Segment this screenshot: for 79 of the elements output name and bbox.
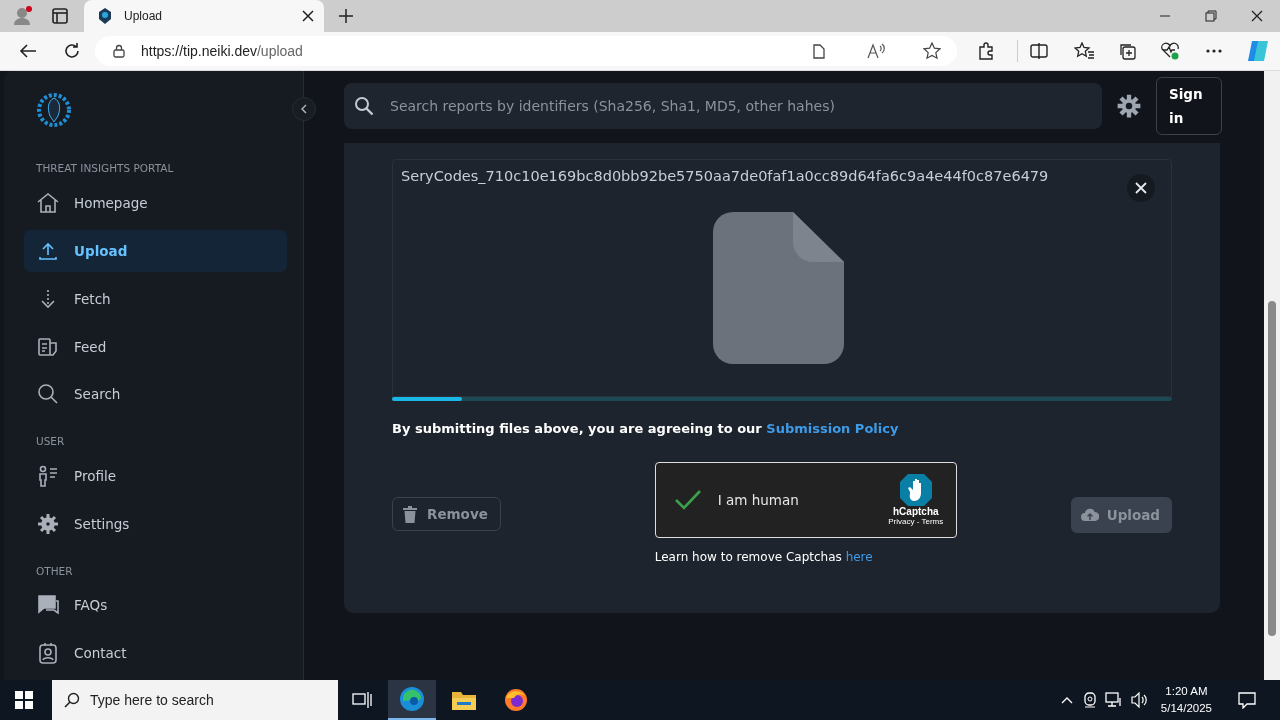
star-icon[interactable] xyxy=(923,42,941,60)
notifications-icon[interactable] xyxy=(1238,691,1256,709)
scrollbar[interactable] xyxy=(1264,71,1280,680)
nav-item[interactable]: Fetch xyxy=(24,277,287,320)
contact-card-icon xyxy=(36,641,60,666)
submission-policy-link[interactable]: Submission Policy xyxy=(766,421,899,436)
section-heading: THREAT INSIGHTS PORTAL xyxy=(35,161,175,177)
back-icon[interactable] xyxy=(19,43,37,59)
close-icon[interactable] xyxy=(302,10,314,22)
task-view-icon[interactable] xyxy=(352,691,372,709)
section-heading: OTHER xyxy=(35,563,74,579)
read-aloud-icon[interactable] xyxy=(867,43,885,59)
clock-date: 5/14/2025 xyxy=(1160,701,1212,716)
section-heading: USER xyxy=(35,434,66,450)
home-icon xyxy=(36,191,60,216)
separator: - xyxy=(915,517,921,526)
search-field[interactable]: Search reports by identifiers (Sha256, Sha1, MD5, other hahes) xyxy=(344,83,1102,129)
firefox-icon[interactable] xyxy=(504,688,528,712)
close-icon[interactable] xyxy=(1251,10,1263,22)
nav-item[interactable]: FAQs xyxy=(24,584,287,627)
tab-title: Upload xyxy=(124,9,164,23)
search-icon xyxy=(354,96,374,116)
new-tab-icon[interactable] xyxy=(338,8,354,24)
logo-icon[interactable] xyxy=(36,91,72,128)
chevron-left-icon xyxy=(300,104,308,114)
person-list-icon xyxy=(36,463,60,488)
policy-text: By submitting files above, you are agreeing to our Submission Policy xyxy=(392,421,900,436)
health-icon[interactable] xyxy=(1160,42,1180,60)
privacy-link[interactable]: Privacy xyxy=(888,517,915,526)
nav-item[interactable]: Feed xyxy=(24,325,287,368)
more-icon[interactable] xyxy=(1206,49,1222,53)
split-screen-icon[interactable] xyxy=(1030,43,1048,59)
nav-item[interactable]: Upload xyxy=(24,230,287,272)
captcha-label: I am human xyxy=(717,492,800,508)
extensions-icon[interactable] xyxy=(977,42,995,60)
favorites-icon[interactable] xyxy=(1074,42,1094,60)
site-logo-icon xyxy=(98,8,112,24)
document-icon[interactable] xyxy=(813,43,825,59)
copilot-icon[interactable] xyxy=(1246,39,1270,63)
clock-time: 1:20 AM xyxy=(1165,684,1208,699)
url-text: https://tip.neiki.dev/upload xyxy=(141,43,303,59)
cloud-upload-icon xyxy=(1080,508,1099,522)
captcha-help-text: Learn how to remove Captchas here xyxy=(654,550,873,564)
sign-in-button[interactable]: Sign in xyxy=(1156,77,1222,135)
search-icon xyxy=(64,692,80,708)
webcam-icon[interactable] xyxy=(1082,692,1097,708)
remove-button[interactable]: Remove xyxy=(392,497,501,531)
refresh-icon[interactable] xyxy=(63,42,81,60)
captcha-brand: hCaptcha xyxy=(893,506,939,517)
gear-icon xyxy=(36,511,60,536)
collapse-button[interactable] xyxy=(292,97,316,121)
taskbar-search-field[interactable]: Type here to search xyxy=(52,680,338,720)
close-icon xyxy=(1135,182,1147,194)
browser-tab[interactable]: Upload xyxy=(84,0,324,32)
nav-item[interactable]: Settings xyxy=(24,502,287,545)
restore-icon[interactable] xyxy=(1205,10,1217,22)
file-icon xyxy=(712,212,844,364)
nav-item[interactable]: Contact xyxy=(24,632,287,674)
folder-icon[interactable] xyxy=(452,690,476,710)
hand-icon xyxy=(899,474,932,506)
windows-start-icon[interactable] xyxy=(15,691,33,709)
profile-icon[interactable] xyxy=(12,5,34,27)
settings-icon[interactable] xyxy=(1116,93,1142,119)
nav-item[interactable]: Profile xyxy=(24,455,287,497)
chevron-up-icon[interactable] xyxy=(1060,696,1073,704)
file-name: SeryCodes_710c10e169bc8d0bb92be5750aa7de0faf1a0cc89d64fa6c9a4e44f0c87e6479 xyxy=(401,168,1049,184)
lock-icon xyxy=(113,44,125,58)
tab-actions-icon[interactable] xyxy=(52,8,68,24)
collections-icon[interactable] xyxy=(1118,42,1136,60)
nav-item[interactable]: Search xyxy=(24,373,287,416)
help-link[interactable]: here xyxy=(845,550,873,564)
trash-icon xyxy=(403,505,417,523)
address-bar[interactable]: https://tip.neiki.dev/upload xyxy=(95,36,957,66)
close-button[interactable] xyxy=(1127,174,1155,202)
terms-link[interactable]: Terms xyxy=(921,517,944,526)
network-icon[interactable] xyxy=(1104,692,1123,708)
volume-icon[interactable] xyxy=(1130,692,1149,708)
nav-item[interactable]: Homepage xyxy=(24,182,287,225)
edge-browser-icon[interactable] xyxy=(399,686,425,712)
